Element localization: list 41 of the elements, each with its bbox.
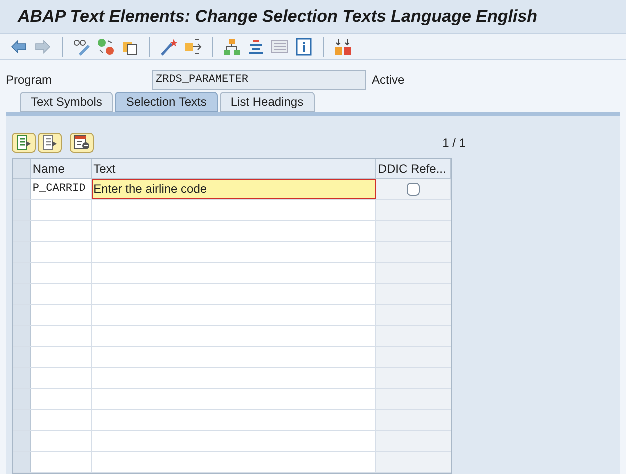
row-selector[interactable] [13, 326, 31, 346]
info-icon[interactable] [295, 38, 313, 56]
tab[interactable]: Selection Texts [115, 92, 218, 112]
row-selector[interactable] [13, 263, 31, 283]
row-selector[interactable] [13, 221, 31, 241]
tab[interactable]: Text Symbols [20, 92, 114, 112]
text-input-field[interactable]: Enter the airline code [92, 179, 376, 199]
row-selector[interactable] [13, 242, 31, 262]
append-row-button[interactable] [38, 133, 62, 153]
hierarchy-icon[interactable] [223, 38, 241, 56]
row-selector[interactable] [13, 431, 31, 451]
program-field[interactable]: ZRDS_PARAMETER [152, 70, 366, 90]
magic-wand-icon[interactable] [160, 38, 178, 56]
program-label: Program [6, 72, 54, 89]
download-icon[interactable] [334, 38, 352, 56]
page-indicator: 1 / 1 [442, 135, 466, 152]
row-selector[interactable] [13, 347, 31, 367]
row-selector[interactable] [13, 305, 31, 325]
checkbox[interactable] [406, 182, 420, 196]
row-selector[interactable] [13, 284, 31, 304]
column-header[interactable]: DDIC Refe... [376, 159, 451, 178]
stack-icon[interactable] [247, 38, 265, 56]
status-text: Active [372, 72, 405, 89]
window-title: ABAP Text Elements: Change Selection Texts Language English [18, 6, 538, 28]
glasses-pencil-icon[interactable] [73, 38, 91, 56]
insert-row-button[interactable] [12, 133, 36, 153]
row-selector[interactable] [13, 200, 31, 220]
column-header[interactable]: Name [30, 159, 92, 178]
tab[interactable]: List Headings [220, 92, 315, 112]
circles-icon[interactable] [97, 38, 115, 56]
export-icon[interactable] [184, 38, 202, 56]
row-selector[interactable] [13, 452, 31, 472]
list-icon[interactable] [271, 38, 289, 56]
row-selector[interactable] [13, 368, 31, 388]
back-arrow-icon[interactable] [10, 38, 28, 56]
row-selector[interactable] [13, 410, 31, 430]
delete-row-button[interactable] [70, 133, 94, 153]
forward-arrow-icon[interactable] [34, 38, 52, 56]
column-header[interactable]: Text [92, 159, 376, 178]
row-selector[interactable] [13, 389, 31, 409]
row-selector[interactable] [13, 179, 31, 199]
